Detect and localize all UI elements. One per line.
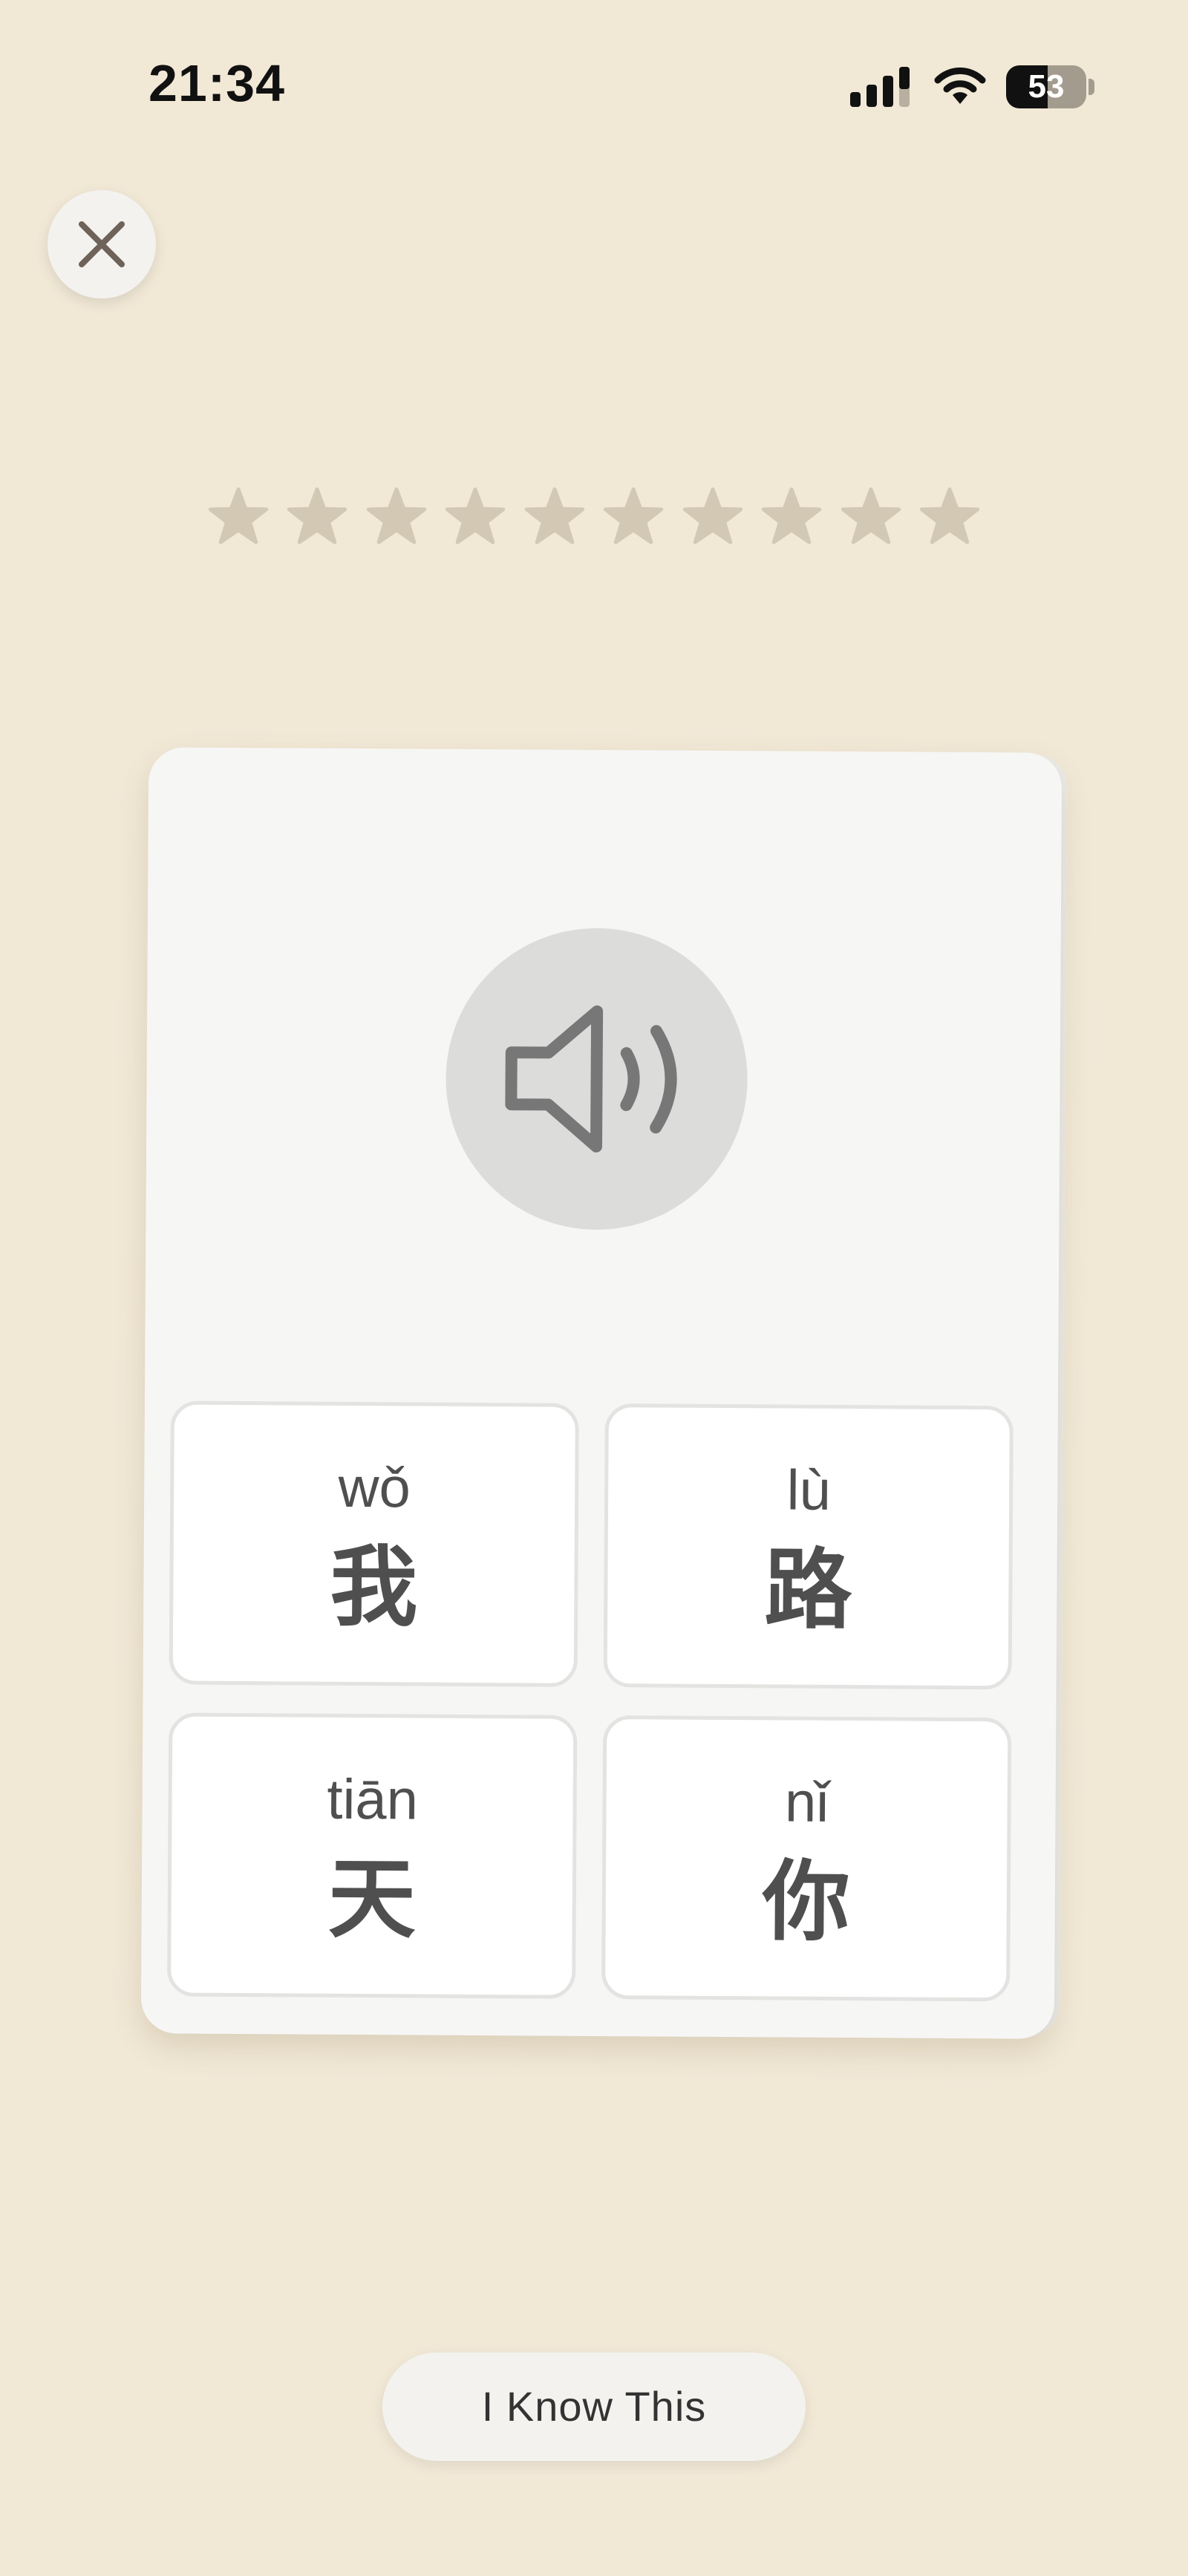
star-icon — [446, 487, 506, 544]
battery-cap — [1089, 79, 1094, 95]
star-icon — [604, 487, 664, 544]
speaker-icon — [505, 1005, 677, 1152]
option-hanzi: 我 — [329, 1538, 418, 1637]
star-icon — [366, 487, 427, 544]
star-icon — [841, 487, 901, 544]
star-icon — [761, 487, 822, 544]
option-pinyin: wǒ — [338, 1455, 411, 1520]
star-icon — [919, 487, 980, 544]
option-hanzi: 你 — [762, 1853, 851, 1952]
status-bar: 21:34 53 — [0, 0, 1188, 171]
star-icon — [208, 487, 269, 544]
star-icon — [287, 487, 347, 544]
option-hanzi: 天 — [327, 1850, 417, 1949]
answer-option-2[interactable]: lù 路 — [603, 1403, 1014, 1690]
close-icon — [79, 221, 125, 267]
wifi-icon — [934, 67, 986, 104]
answer-option-4[interactable]: nǐ 你 — [601, 1715, 1012, 2002]
answer-option-3[interactable]: tiān 天 — [167, 1712, 578, 1999]
close-button[interactable] — [48, 190, 156, 299]
battery-icon: 53 — [1006, 65, 1086, 108]
play-audio-button[interactable] — [445, 927, 748, 1231]
option-pinyin: nǐ — [784, 1770, 829, 1834]
question-card: wǒ 我 lù 路 tiān 天 nǐ 你 — [140, 747, 1063, 2039]
option-pinyin: tiān — [327, 1767, 419, 1832]
battery-level: 53 — [1028, 68, 1065, 105]
progress-stars — [208, 483, 980, 550]
status-time: 21:34 — [148, 54, 286, 112]
signal-icon — [850, 67, 910, 107]
option-hanzi: 路 — [763, 1541, 852, 1640]
star-icon — [682, 487, 742, 544]
star-icon — [524, 487, 584, 544]
answer-option-1[interactable]: wǒ 我 — [169, 1401, 579, 1687]
option-pinyin: lù — [786, 1458, 832, 1522]
i-know-this-button[interactable]: I Know This — [382, 2352, 806, 2461]
